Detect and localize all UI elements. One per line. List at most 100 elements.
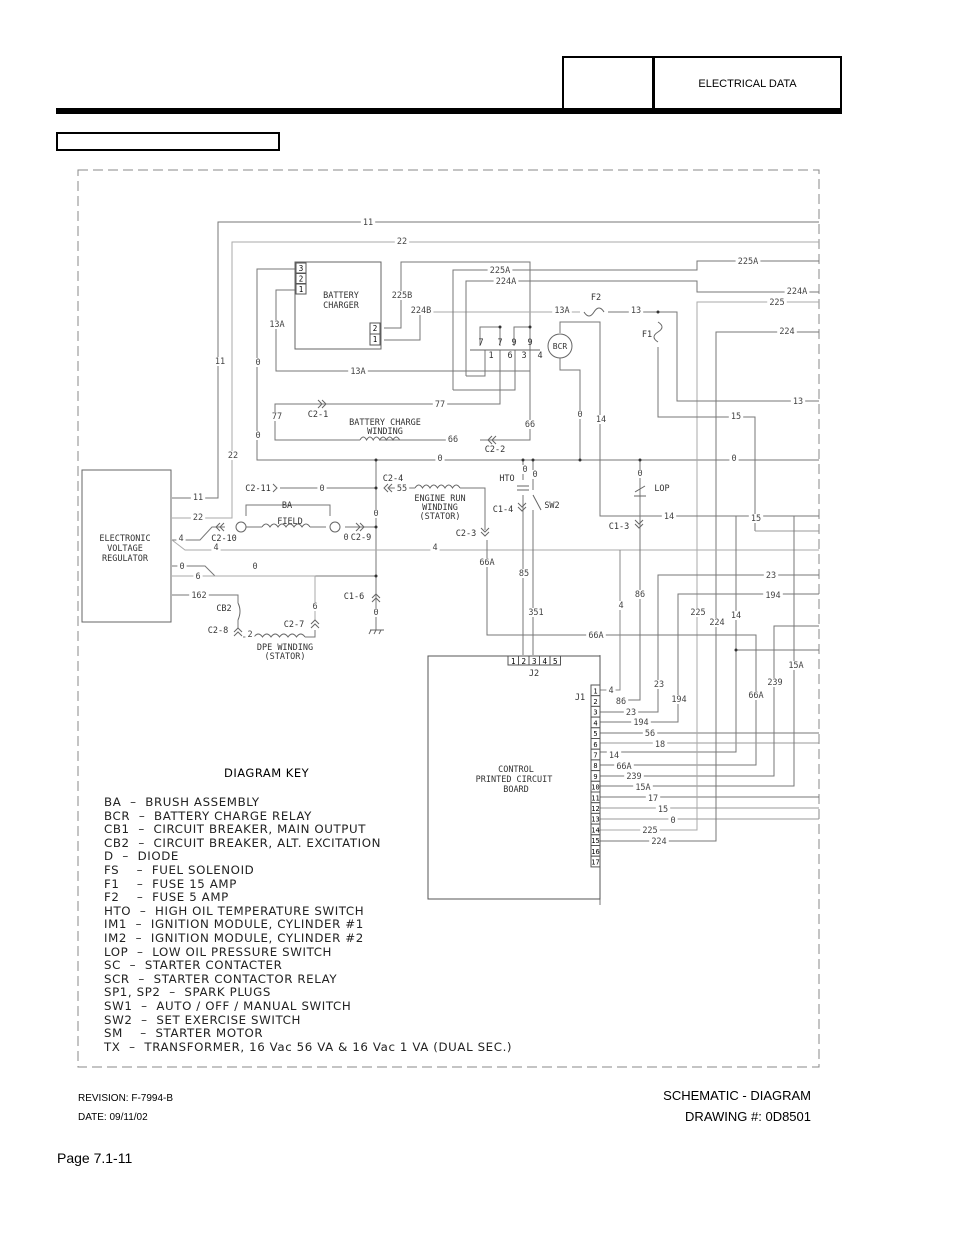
wire-label: 224B — [411, 306, 431, 316]
c2-3-label: C2-3 — [456, 529, 476, 539]
wire-label: 224A — [496, 277, 516, 287]
wire-label: 0 — [343, 533, 348, 543]
relay-bottom-number: 4 — [537, 351, 542, 361]
j1-pin-label: 4 — [593, 719, 597, 727]
wire-label: 11 — [193, 493, 203, 503]
relay-top-number: 7 — [497, 338, 502, 348]
wire-label: 15 — [751, 514, 761, 524]
relay-bottom-number: 3 — [521, 351, 526, 361]
wire-label: 0 — [373, 608, 378, 618]
diagram-key-item: SP1, SP2 – SPARK PLUGS — [104, 985, 271, 1000]
wire-label: 56 — [645, 729, 655, 739]
wire-label: 224 — [779, 327, 794, 337]
brush-left — [235, 521, 247, 533]
wire-label: 0 — [373, 509, 378, 519]
sw2-label: SW2 — [544, 501, 559, 511]
erw-label-3: (STATOR) — [420, 512, 461, 522]
wire-label: 23 — [766, 571, 776, 581]
diagram-key-item: F1 – FUSE 15 AMP — [104, 876, 237, 891]
f1-label: F1 — [642, 330, 652, 340]
wire-label: 0 — [255, 431, 260, 441]
cb2-label: CB2 — [216, 604, 231, 614]
wire-label: 0 — [637, 469, 642, 479]
charger-pin-label: 3 — [299, 264, 304, 273]
engine-run-winding-coil — [414, 484, 461, 489]
ground-icon — [368, 629, 384, 635]
wire-label: 23 — [626, 708, 636, 718]
evr-label-2: VOLTAGE — [107, 544, 143, 554]
j1-label: J1 — [575, 693, 585, 703]
diagram-key-item: SW1 – AUTO / OFF / MANUAL SWITCH — [104, 998, 352, 1013]
wire-label: 86 — [616, 697, 626, 707]
wire-label: 66A — [588, 631, 603, 641]
wire-label: 86 — [635, 590, 645, 600]
c1-4-label: C1-4 — [493, 505, 513, 515]
wire-label: 6 — [312, 602, 317, 612]
charger-pin-label: 1 — [373, 335, 378, 344]
lop-label: LOP — [654, 484, 669, 494]
wire-label: 0 — [319, 484, 324, 494]
j1-pin-label: 6 — [593, 741, 597, 749]
wire-label: 225 — [769, 298, 784, 308]
page-number: Page 7.1-11 — [57, 1150, 133, 1166]
wire-label: 0 — [252, 562, 257, 572]
control-board-label-3: BOARD — [503, 785, 529, 795]
fuse-f1-icon — [653, 321, 663, 343]
brush-right — [329, 521, 341, 533]
diagram-key-item: HTO – HIGH OIL TEMPERATURE SWITCH — [104, 903, 365, 918]
wire-label: 0 — [437, 454, 442, 464]
wire-label: 2 — [247, 630, 252, 640]
wire-label: 77 — [435, 400, 445, 410]
diagram-key-item: TX – TRANSFORMER, 16 Vac 56 VA & 16 Vac … — [104, 1039, 513, 1054]
wire-label: 4 — [178, 534, 183, 544]
dpe-winding-coil — [253, 633, 306, 638]
c2-8-label: C2-8 — [208, 626, 228, 636]
c1-3-label: C1-3 — [609, 522, 629, 532]
field-label: FIELD — [277, 517, 303, 527]
bcw-label-2: WINDING — [367, 427, 403, 437]
diagram-key-item: SW2 – SET EXERCISE SWITCH — [104, 1012, 301, 1027]
wire-label: 18 — [655, 740, 665, 750]
battery-charger-label-1: BATTERY — [323, 291, 359, 301]
wire-label: 239 — [626, 772, 641, 782]
wire-label: 194 — [765, 591, 780, 601]
f2-label: F2 — [591, 293, 601, 303]
wire-label: 225A — [738, 257, 758, 267]
j2-pin-label: 4 — [542, 657, 547, 666]
j1-pin-label: 1 — [593, 687, 597, 695]
j1-pin-label: 2 — [593, 698, 597, 706]
battery-charge-winding-coil — [359, 436, 401, 442]
j2-pin-label: 1 — [511, 657, 516, 666]
wire-label: 15A — [635, 783, 650, 793]
wire-label: 351 — [528, 608, 543, 618]
diagram-key-item: FS – FUEL SOLENOID — [104, 862, 255, 877]
battery-charger-label-2: CHARGER — [323, 301, 360, 311]
j1-pin-label: 13 — [591, 816, 599, 824]
wire-label: 11 — [215, 357, 225, 367]
wire-label: 4 — [608, 686, 613, 696]
wire-label: 15A — [788, 661, 803, 671]
j1-pin-label: 7 — [593, 752, 597, 760]
diagram-key-item: SM – STARTER MOTOR — [104, 1026, 264, 1041]
j1-pin-label: 8 — [593, 762, 597, 770]
diagram-key-item: CB1 – CIRCUIT BREAKER, MAIN OUTPUT — [104, 822, 367, 837]
c2-11-label: C2-11 — [245, 484, 271, 494]
wire-label: 14 — [731, 611, 741, 621]
relay-bottom-number: 1 — [488, 351, 493, 361]
diagram-key-item: BA – BRUSH ASSEMBLY — [104, 795, 260, 809]
junction-dots — [374, 310, 738, 652]
diagram-key-item: CB2 – CIRCUIT BREAKER, ALT. EXCITATION — [104, 835, 382, 850]
wire-label: 23 — [654, 680, 664, 690]
wire-label: 225 — [642, 826, 657, 836]
wire-label: 225A — [490, 266, 510, 276]
j1-pin-label: 12 — [591, 805, 599, 813]
wire-label: 14 — [596, 415, 606, 425]
wire-label: 0 — [670, 816, 675, 826]
wire-label: 239 — [767, 678, 782, 688]
wire-label: 224A — [787, 287, 807, 297]
charger-pin-label: 2 — [373, 324, 378, 333]
diagram-key-title: DIAGRAM KEY — [224, 766, 310, 780]
charger-pin-label: 2 — [299, 275, 304, 284]
relay-top-number: 9 — [527, 338, 532, 348]
wire-label: 225 — [690, 608, 705, 618]
